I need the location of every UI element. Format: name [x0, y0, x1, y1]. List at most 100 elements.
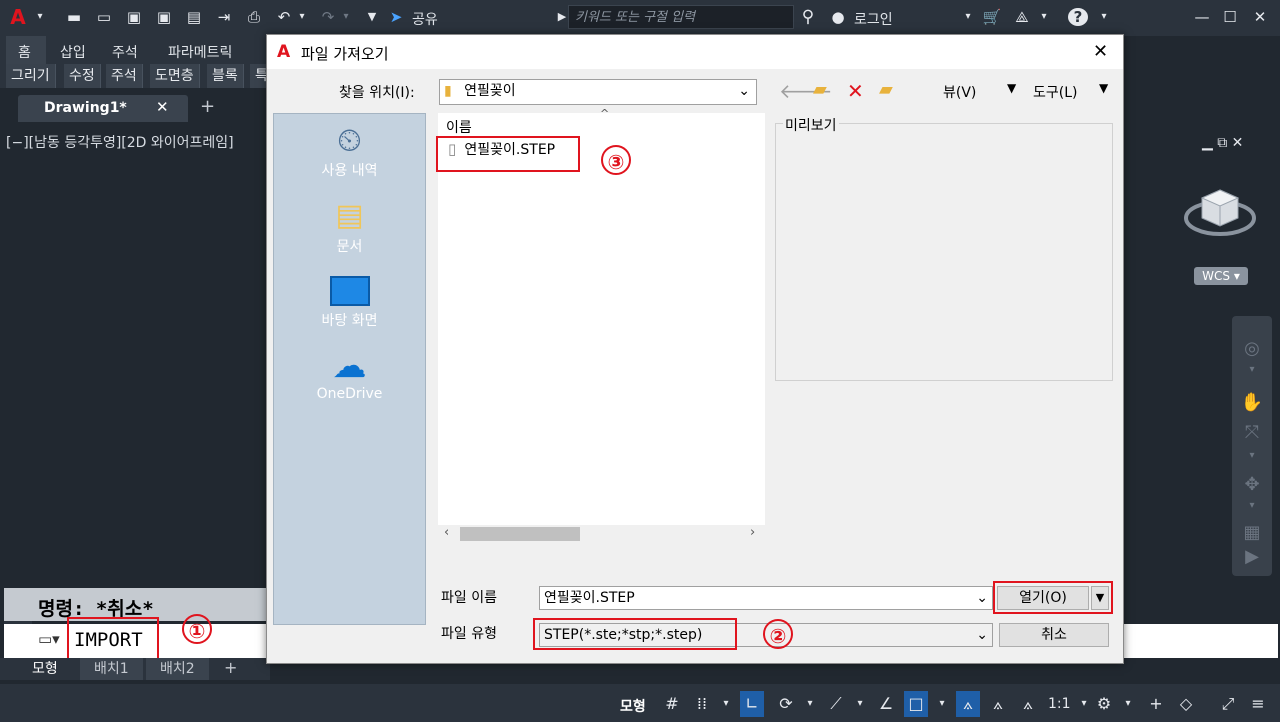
dialog-close-icon[interactable]: ✕: [1093, 41, 1108, 62]
save-icon[interactable]: ▣: [124, 8, 144, 26]
annotation-scale-icon[interactable]: ⟑: [1016, 691, 1040, 717]
object-snap-icon[interactable]: □: [904, 691, 928, 717]
up-folder-icon[interactable]: ▰: [813, 79, 827, 100]
open-folder-icon[interactable]: ▭: [94, 8, 114, 26]
help-icon[interactable]: ?: [1068, 8, 1088, 26]
login-dropdown-icon[interactable]: ▾: [958, 8, 978, 26]
chevron-down-icon[interactable]: ⌄: [976, 587, 988, 609]
horizontal-scrollbar[interactable]: ‹ ›: [438, 525, 765, 543]
polar-dropdown-icon[interactable]: ▾: [798, 691, 822, 717]
places-documents[interactable]: ▤ 문서: [274, 196, 425, 256]
redo-icon[interactable]: ↷: [318, 8, 338, 26]
column-header-name[interactable]: 이름: [446, 117, 472, 137]
tab-annotate[interactable]: 주석: [112, 42, 138, 62]
print-icon[interactable]: ⎙: [244, 8, 264, 26]
panel-draw[interactable]: 그리기: [6, 64, 56, 88]
tracking-dropdown-icon[interactable]: ▾: [848, 691, 872, 717]
new-folder-icon[interactable]: ▰: [879, 79, 893, 100]
viewport-controls-label[interactable]: [−][남동 등각투영][2D 와이어프레임]: [6, 132, 234, 152]
maximize-icon[interactable]: ☐: [1220, 8, 1240, 26]
zoom-dropdown-icon[interactable]: ▾: [1240, 450, 1264, 472]
undo-dropdown-icon[interactable]: ▾: [292, 8, 312, 26]
panel-annotation[interactable]: 주석: [106, 64, 143, 88]
command-prompt-icon[interactable]: ▭▾: [38, 630, 60, 648]
export-icon[interactable]: ⇥: [214, 8, 234, 26]
chevron-down-icon[interactable]: ⌄: [976, 624, 988, 646]
search-icon[interactable]: ⚲: [798, 8, 818, 26]
scroll-right-icon[interactable]: ›: [750, 525, 755, 540]
scroll-left-icon[interactable]: ‹: [444, 525, 449, 540]
filename-input[interactable]: 연필꽂이.STEP ⌄: [539, 586, 993, 610]
minimize-icon[interactable]: —: [1192, 8, 1212, 26]
snap-icon[interactable]: ⁞⁞: [690, 691, 714, 717]
tools-dropdown-icon[interactable]: ▼: [1099, 81, 1108, 95]
showmotion-icon[interactable]: ▦: [1240, 522, 1264, 544]
pan-hand-icon[interactable]: ✋: [1240, 392, 1264, 414]
customize-dropdown-icon[interactable]: ▼: [362, 8, 382, 26]
zoom-extents-icon[interactable]: ⤧: [1240, 422, 1264, 444]
new-tab-icon[interactable]: +: [200, 96, 215, 117]
workspace-dropdown-icon[interactable]: ▾: [1116, 691, 1140, 717]
lookin-select[interactable]: ▮ 연필꽂이 ⌄: [439, 79, 757, 105]
steering-wheel-icon[interactable]: ◎: [1240, 338, 1264, 360]
isodraft-icon[interactable]: ∠: [874, 691, 898, 717]
undo-icon[interactable]: ↶: [274, 8, 294, 26]
chevron-down-icon[interactable]: ⌄: [738, 80, 750, 102]
panel-block[interactable]: 블록: [207, 64, 244, 88]
play-icon[interactable]: ▶: [1240, 546, 1264, 568]
customization-menu-icon[interactable]: ≡: [1246, 691, 1270, 717]
tools-menu[interactable]: 도구(L): [1033, 82, 1077, 102]
clean-screen-icon[interactable]: ⤢: [1216, 691, 1240, 717]
isolate-objects-icon[interactable]: ◇: [1174, 691, 1198, 717]
redo-dropdown-icon[interactable]: ▾: [336, 8, 356, 26]
search-input[interactable]: 키워드 또는 구절 입력: [568, 5, 794, 29]
share-label[interactable]: 공유: [412, 9, 438, 29]
cancel-button[interactable]: 취소: [999, 623, 1109, 647]
document-tab[interactable]: Drawing1* ✕: [18, 95, 188, 122]
ortho-icon[interactable]: ∟: [740, 691, 764, 717]
add-layout-icon[interactable]: +: [224, 658, 237, 677]
grid-icon[interactable]: #: [660, 691, 684, 717]
auto-scale-icon[interactable]: ⟑: [986, 691, 1010, 717]
publish-icon[interactable]: ▤: [184, 8, 204, 26]
share-icon[interactable]: ➤: [386, 8, 406, 26]
a360-dropdown-icon[interactable]: ▾: [1034, 8, 1054, 26]
annotation-visibility-icon[interactable]: ⟑: [956, 691, 980, 717]
autodesk-a360-icon[interactable]: ⟁: [1012, 8, 1032, 26]
scroll-thumb[interactable]: [460, 527, 580, 541]
panel-layers[interactable]: 도면층: [150, 64, 200, 88]
tab-parametric[interactable]: 파라메트릭: [168, 42, 232, 62]
close-tab-icon[interactable]: ✕: [156, 98, 169, 116]
workspace-gear-icon[interactable]: ⚙: [1092, 691, 1116, 717]
view-menu[interactable]: 뷰(V): [943, 82, 976, 102]
file-list[interactable]: 이름 ^ ▯ 연필꽂이.STEP: [438, 107, 765, 525]
viewcube[interactable]: [1180, 184, 1260, 240]
autocad-logo-icon[interactable]: A: [8, 7, 28, 27]
orbit-icon[interactable]: ✥: [1240, 474, 1264, 496]
tab-layout2[interactable]: 배치2: [146, 658, 209, 680]
places-onedrive[interactable]: ☁ OneDrive: [274, 346, 425, 402]
places-history[interactable]: ⏲ 사용 내역: [274, 120, 425, 180]
osnap-dropdown-icon[interactable]: ▾: [930, 691, 954, 717]
save-as-icon[interactable]: ▣: [154, 8, 174, 26]
snap-dropdown-icon[interactable]: ▾: [714, 691, 738, 717]
new-file-icon[interactable]: ▬: [64, 8, 84, 26]
cart-icon[interactable]: 🛒: [982, 8, 1002, 26]
annotation-scale-label[interactable]: 1:1: [1048, 696, 1071, 712]
places-desktop[interactable]: 바탕 화면: [274, 272, 425, 330]
viewport-restore-icon[interactable]: ▁ ⧉ ✕: [1202, 135, 1243, 151]
orbit-dropdown-icon[interactable]: ▾: [1240, 500, 1264, 522]
tab-model[interactable]: 모형: [18, 658, 72, 680]
panel-modify[interactable]: 수정: [64, 64, 101, 88]
close-icon[interactable]: ✕: [1250, 8, 1270, 26]
add-icon[interactable]: +: [1144, 691, 1168, 717]
tab-insert[interactable]: 삽입: [60, 42, 86, 62]
login-label[interactable]: 로그인: [854, 9, 893, 29]
chevron-down-icon[interactable]: ▾: [30, 8, 50, 26]
object-snap-tracking-icon[interactable]: ⟋: [824, 691, 848, 717]
user-icon[interactable]: ●: [828, 8, 848, 26]
tab-home[interactable]: 홈: [18, 42, 31, 62]
wcs-menu-button[interactable]: WCS ▾: [1194, 267, 1248, 285]
tab-layout1[interactable]: 배치1: [80, 658, 143, 680]
model-space-label[interactable]: 모형: [620, 696, 646, 716]
